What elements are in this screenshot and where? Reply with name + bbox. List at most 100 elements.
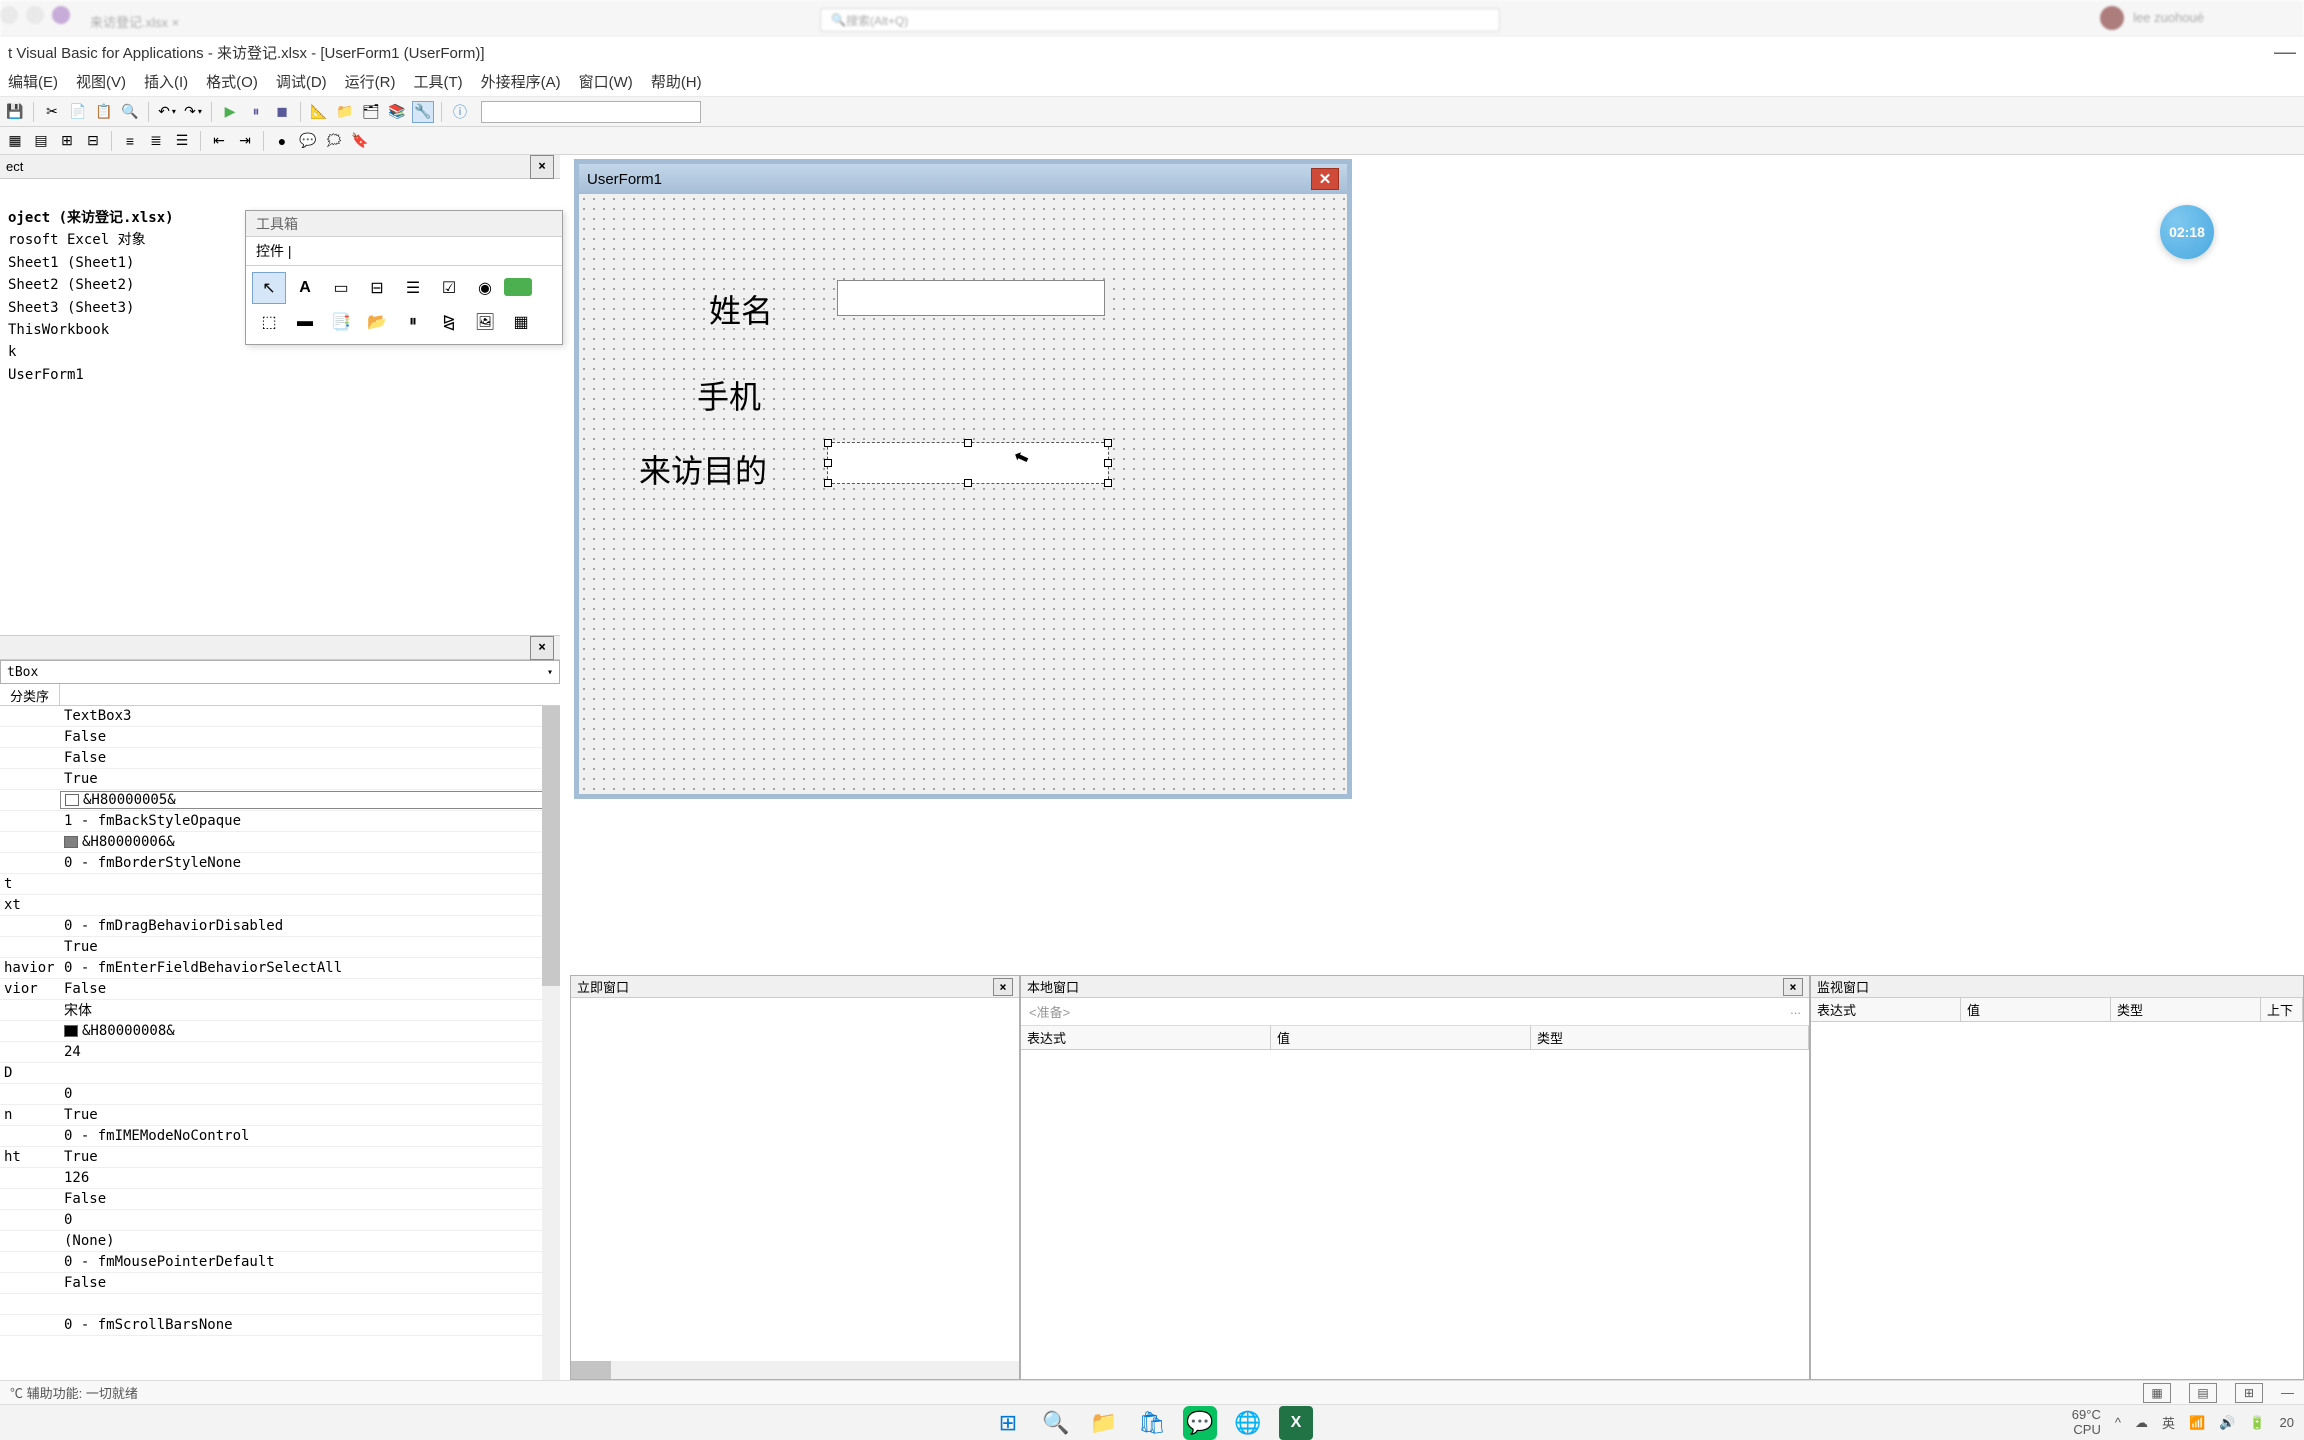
close-icon[interactable]: × [530, 636, 554, 660]
property-row[interactable]: (None) [0, 1231, 560, 1252]
align-left-icon[interactable]: ≡ [119, 130, 141, 152]
toggle-bp-icon[interactable]: ● [271, 130, 293, 152]
togglebutton-control-icon[interactable] [504, 278, 532, 296]
close-icon[interactable]: ✕ [1311, 168, 1339, 190]
label-purpose[interactable]: 来访目的 [639, 446, 767, 492]
property-row[interactable]: havior0 - fmEnterFieldBehaviorSelectAll [0, 958, 560, 979]
property-row[interactable]: 1 - fmBackStyleOpaque [0, 811, 560, 832]
menu-help[interactable]: 帮助(H) [651, 71, 702, 92]
listbox-control-icon[interactable]: ☰ [396, 272, 430, 304]
close-icon[interactable]: × [530, 155, 554, 179]
col-context[interactable]: 上下 [2261, 998, 2303, 1021]
property-row[interactable]: &H80000008& [0, 1021, 560, 1042]
col-type[interactable]: 类型 [1531, 1026, 1809, 1049]
tabstrip-control-icon[interactable]: 📑 [324, 306, 358, 338]
reset-icon[interactable]: ◼ [271, 101, 293, 123]
break-icon[interactable]: ⏸ [245, 101, 267, 123]
property-row[interactable]: 0 - fmDragBehaviorDisabled [0, 916, 560, 937]
run-icon[interactable]: ▶ [219, 101, 241, 123]
store-icon[interactable]: 🛍 [1135, 1406, 1169, 1440]
minimize-button[interactable]: — [2274, 39, 2296, 65]
property-row[interactable]: 126 [0, 1168, 560, 1189]
find-icon[interactable]: 🔍 [119, 101, 141, 123]
spinbutton-control-icon[interactable]: ⧎ [432, 306, 466, 338]
property-row[interactable]: viorFalse [0, 979, 560, 1000]
property-row[interactable] [0, 1294, 560, 1315]
send-back-icon[interactable]: ▤ [30, 130, 52, 152]
ungroup-icon[interactable]: ⊟ [82, 130, 104, 152]
align-center-icon[interactable]: ≣ [145, 130, 167, 152]
checkbox-control-icon[interactable]: ☑ [432, 272, 466, 304]
property-row[interactable]: TextBox3 [0, 706, 560, 727]
property-row[interactable]: True [0, 769, 560, 790]
property-row[interactable]: 0 - fmIMEModeNoControl [0, 1126, 560, 1147]
property-row[interactable]: 0 - fmMousePointerDefault [0, 1252, 560, 1273]
menu-edit[interactable]: 编辑(E) [8, 71, 58, 92]
scrollbar-control-icon[interactable]: ⏸ [396, 306, 430, 338]
frame-control-icon[interactable]: ⬚ [252, 306, 286, 338]
col-type[interactable]: 类型 [2111, 998, 2261, 1021]
excel-icon[interactable]: X [1279, 1406, 1313, 1440]
view-normal-icon[interactable]: ▦ [2143, 1383, 2171, 1403]
property-row[interactable]: &H80000005& [0, 790, 560, 811]
menu-tools[interactable]: 工具(T) [414, 71, 463, 92]
col-expression[interactable]: 表达式 [1811, 998, 1961, 1021]
toolbox-tab[interactable]: 控件 | [246, 237, 562, 266]
wifi-icon[interactable]: 📶 [2189, 1415, 2205, 1431]
language-icon[interactable]: 英 [2162, 1413, 2175, 1432]
bookmark-icon[interactable]: 🔖 [349, 130, 371, 152]
battery-icon[interactable]: 🔋 [2249, 1415, 2265, 1431]
cloud-icon[interactable]: ☁ [2135, 1415, 2148, 1431]
property-row[interactable]: False [0, 748, 560, 769]
refedit-control-icon[interactable]: ▦ [504, 306, 538, 338]
property-row[interactable]: False [0, 1273, 560, 1294]
recording-timer-badge[interactable]: 02:18 [2160, 205, 2214, 259]
excel-search[interactable]: 🔍 搜索(Alt+Q) [820, 8, 1500, 32]
undo-icon[interactable]: ↶ [156, 101, 178, 123]
align-right-icon[interactable]: ☰ [171, 130, 193, 152]
project-userform[interactable]: UserForm1 [8, 364, 552, 386]
clock[interactable]: 20 [2280, 1415, 2294, 1430]
menu-window[interactable]: 窗口(W) [579, 71, 633, 92]
property-row[interactable]: 0 [0, 1210, 560, 1231]
scrollbar[interactable] [542, 706, 560, 1380]
comment-icon[interactable]: 💬 [297, 130, 319, 152]
property-row[interactable]: 24 [0, 1042, 560, 1063]
locals-more[interactable]: ... [1790, 1002, 1801, 1021]
textbox-name[interactable] [837, 280, 1105, 316]
col-value[interactable]: 值 [1271, 1026, 1531, 1049]
volume-icon[interactable]: 🔊 [2219, 1415, 2235, 1431]
menu-run[interactable]: 运行(R) [345, 71, 396, 92]
menu-view[interactable]: 视图(V) [76, 71, 126, 92]
procedure-combo[interactable] [481, 101, 701, 123]
textbox-purpose[interactable] [827, 442, 1109, 484]
menu-format[interactable]: 格式(O) [206, 71, 258, 92]
outdent-icon[interactable]: ⇤ [208, 130, 230, 152]
explorer-icon[interactable]: 📁 [1087, 1406, 1121, 1440]
textbox-control-icon[interactable]: ▭ [324, 272, 358, 304]
menu-debug[interactable]: 调试(D) [276, 71, 327, 92]
view-break-icon[interactable]: ⊞ [2235, 1383, 2263, 1403]
label-control-icon[interactable]: A [288, 272, 322, 304]
userform-window[interactable]: UserForm1 ✕ 姓名 手机 来访目的 [574, 159, 1352, 799]
properties-grid[interactable]: TextBox3FalseFalseTrue&H80000005&1 - fmB… [0, 706, 560, 1336]
object-selector[interactable]: tBox [0, 660, 560, 684]
bring-front-icon[interactable]: ▦ [4, 130, 26, 152]
pointer-icon[interactable]: ↖ [252, 272, 286, 304]
combobox-control-icon[interactable]: ⊟ [360, 272, 394, 304]
view-layout-icon[interactable]: ▤ [2189, 1383, 2217, 1403]
property-row[interactable]: D [0, 1063, 560, 1084]
col-expression[interactable]: 表达式 [1021, 1026, 1271, 1049]
label-name[interactable]: 姓名 [709, 286, 773, 332]
properties-icon[interactable]: 🗂 [360, 101, 382, 123]
chevron-up-icon[interactable]: ^ [2115, 1415, 2121, 1430]
object-browser-icon[interactable]: 📚 [386, 101, 408, 123]
image-control-icon[interactable]: 🖼 [468, 306, 502, 338]
redo-icon[interactable]: ↷ [182, 101, 204, 123]
property-row[interactable]: 0 [0, 1084, 560, 1105]
optionbutton-control-icon[interactable]: ◉ [468, 272, 502, 304]
help-icon[interactable]: ⓘ [449, 101, 471, 123]
property-row[interactable]: t [0, 874, 560, 895]
property-row[interactable]: 0 - fmBorderStyleNone [0, 853, 560, 874]
property-row[interactable]: True [0, 937, 560, 958]
